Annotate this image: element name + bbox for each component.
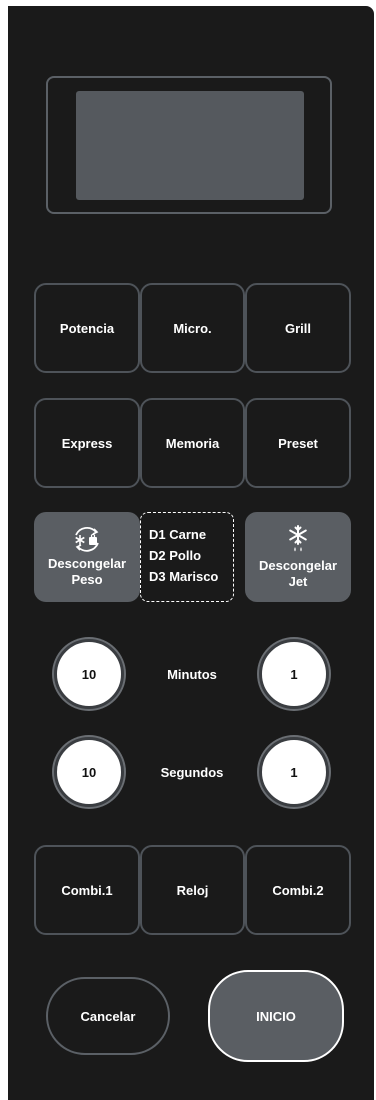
jet-label-line1: Descongelar	[258, 558, 338, 573]
start-label: INICIO	[256, 1008, 296, 1024]
seconds-10-label: 10	[81, 764, 97, 780]
minutes-label: Minutos	[167, 667, 217, 682]
memoria-button[interactable]: Memoria	[140, 398, 245, 488]
defrost-options-list: D1 Carne D2 Pollo D3 Marisco	[140, 512, 234, 602]
grill-label: Grill	[284, 320, 311, 336]
combi1-button[interactable]: Combi.1	[34, 845, 140, 935]
cancel-button[interactable]: Cancelar	[46, 977, 170, 1055]
peso-label-line1: Descongelar	[47, 556, 127, 571]
descongelar-jet-button[interactable]: Descongelar Jet	[245, 512, 351, 602]
snowflake-drops-icon	[289, 525, 307, 552]
minutes-1-label: 1	[290, 666, 298, 682]
start-button[interactable]: INICIO	[208, 970, 344, 1062]
minutes-1-button[interactable]: 1	[259, 639, 329, 709]
minutes-10-button[interactable]: 10	[54, 639, 124, 709]
preset-label: Preset	[278, 435, 318, 451]
memoria-label: Memoria	[165, 435, 220, 451]
potencia-button[interactable]: Potencia	[34, 283, 140, 373]
seconds-label: Segundos	[160, 765, 224, 780]
minutes-10-label: 10	[81, 666, 97, 682]
defrost-option-carne: D1 Carne	[149, 527, 207, 542]
combi2-button[interactable]: Combi.2	[245, 845, 351, 935]
micro-label: Micro.	[173, 320, 212, 336]
seconds-1-button[interactable]: 1	[259, 737, 329, 807]
potencia-label: Potencia	[59, 320, 115, 336]
express-label: Express	[61, 435, 113, 451]
descongelar-peso-button[interactable]: Descongelar Peso	[34, 512, 140, 602]
peso-label-line2: Peso	[71, 572, 103, 587]
seconds-1-label: 1	[290, 764, 298, 780]
preset-button[interactable]: Preset	[245, 398, 351, 488]
reloj-label: Reloj	[176, 882, 209, 898]
lcd-display	[76, 91, 304, 200]
micro-button[interactable]: Micro.	[140, 283, 245, 373]
express-button[interactable]: Express	[34, 398, 140, 488]
combi1-label: Combi.1	[61, 882, 113, 898]
grill-button[interactable]: Grill	[245, 283, 351, 373]
jet-label-line2: Jet	[288, 574, 308, 589]
reloj-button[interactable]: Reloj	[140, 845, 245, 935]
seconds-10-button[interactable]: 10	[54, 737, 124, 807]
defrost-weight-icon	[75, 527, 99, 552]
defrost-option-marisco: D3 Marisco	[149, 569, 219, 584]
combi2-label: Combi.2	[272, 882, 324, 898]
defrost-option-pollo: D2 Pollo	[149, 548, 202, 563]
cancel-label: Cancelar	[80, 1008, 136, 1024]
